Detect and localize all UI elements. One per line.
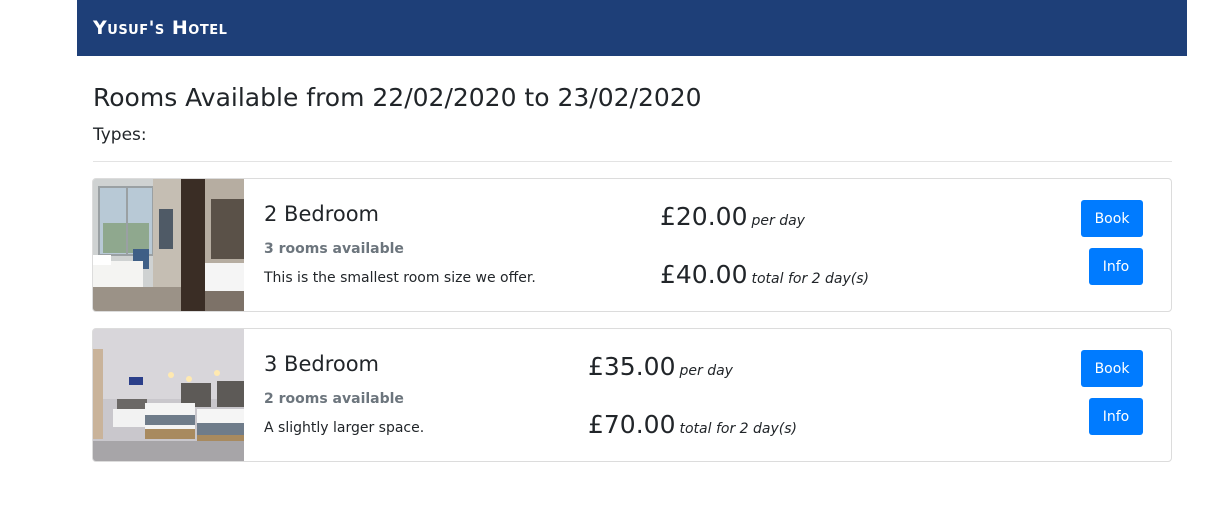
brand-logo-text[interactable]: Yusuf's Hotel (93, 17, 227, 39)
divider (93, 161, 1172, 162)
price-total: £70.00 total for 2 day(s) (588, 410, 797, 440)
total-label: total for 2 day(s) (679, 421, 797, 437)
price-total: £40.00 total for 2 day(s) (660, 260, 869, 290)
info-button[interactable]: Info (1089, 398, 1143, 435)
price-per-day-amount: £35.00 (588, 352, 676, 381)
book-button[interactable]: Book (1081, 200, 1143, 237)
price-total-amount: £40.00 (660, 260, 748, 289)
room-card: 2 Bedroom 3 rooms available This is the … (92, 178, 1172, 312)
info-button[interactable]: Info (1089, 248, 1143, 285)
book-button[interactable]: Book (1081, 350, 1143, 387)
per-day-label: per day (679, 363, 733, 379)
room-photo (93, 329, 244, 461)
price-per-day: £20.00 per day (660, 202, 805, 232)
price-total-amount: £70.00 (588, 410, 676, 439)
room-description: A slightly larger space. (264, 420, 425, 436)
room-name: 3 Bedroom (264, 352, 380, 376)
rooms-available: 3 rooms available (264, 241, 404, 257)
room-photo (93, 179, 244, 311)
price-per-day-amount: £20.00 (660, 202, 748, 231)
room-description: This is the smallest room size we offer. (264, 270, 536, 286)
types-label: Types: (93, 125, 147, 145)
price-per-day: £35.00 per day (588, 352, 733, 382)
per-day-label: per day (751, 213, 805, 229)
navbar: Yusuf's Hotel (77, 0, 1187, 56)
room-card: 3 Bedroom 2 rooms available A slightly l… (92, 328, 1172, 462)
page-title: Rooms Available from 22/02/2020 to 23/02… (93, 83, 702, 112)
total-label: total for 2 day(s) (751, 271, 869, 287)
room-name: 2 Bedroom (264, 202, 380, 226)
rooms-available: 2 rooms available (264, 391, 404, 407)
